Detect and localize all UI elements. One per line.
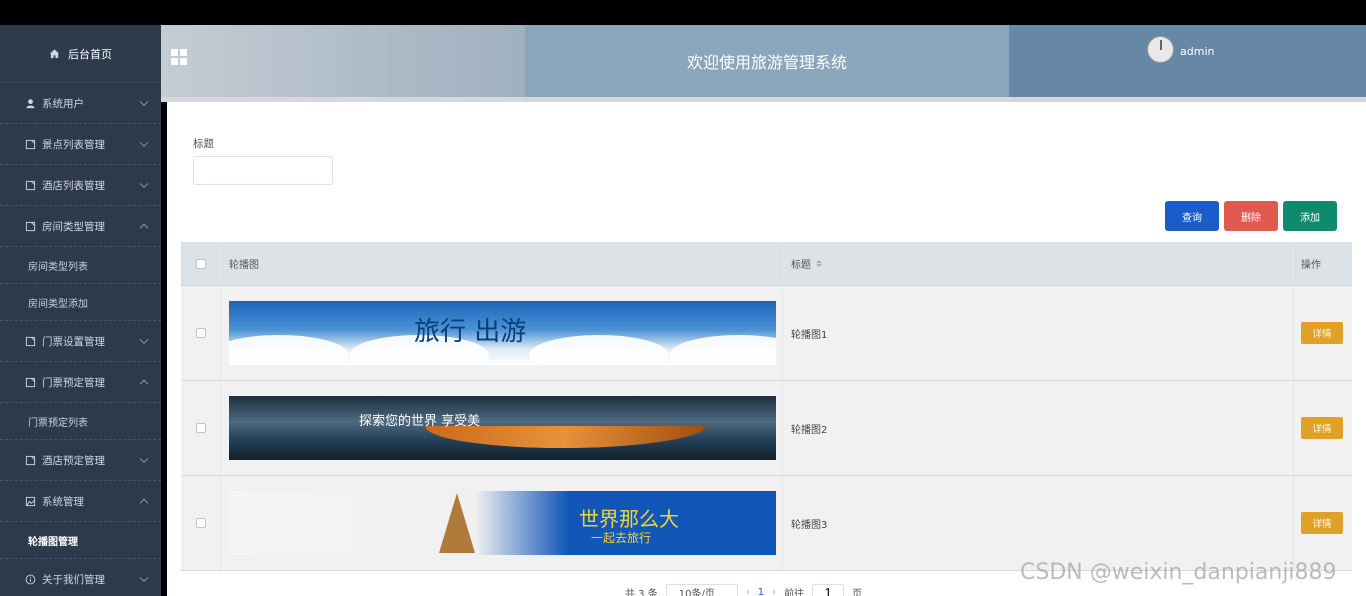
sidebar-item-label: 系统用户 (42, 97, 84, 110)
delete-button[interactable]: 删除 (1224, 201, 1278, 231)
sidebar-item-label: 酒店预定管理 (42, 454, 105, 467)
chevron-up-icon (139, 223, 149, 233)
doc-icon (25, 180, 36, 191)
search-title-input[interactable] (193, 156, 333, 185)
main-content: 标题 查询 删除 添加 轮播图 标题 操作 旅行 出游 轮播图1 详情 探索您的… (167, 102, 1366, 596)
chevron-down-icon (139, 454, 149, 464)
prev-page-icon[interactable]: ‹ (746, 587, 750, 596)
row-checkbox[interactable] (195, 423, 206, 433)
sidebar-item-system-manage[interactable]: 系统管理 (0, 481, 161, 522)
banner-text: 世界那么大 (579, 507, 679, 531)
row-checkbox[interactable] (195, 328, 206, 338)
query-button[interactable]: 查询 (1165, 201, 1219, 231)
doc-icon (25, 221, 36, 232)
header-right: admin (1009, 25, 1366, 97)
chevron-up-icon (139, 498, 149, 508)
sidebar-item-label: 门票设置管理 (42, 335, 105, 348)
info-icon (25, 574, 36, 585)
user-icon (25, 98, 36, 109)
sidebar-sub-room-type-add[interactable]: 房间类型添加 (0, 284, 161, 321)
chevron-down-icon (139, 138, 149, 148)
table-row: 世界那么大 一起去旅行 轮播图3 详情 (181, 476, 1352, 571)
goto-page-input[interactable] (812, 584, 845, 596)
detail-button[interactable]: 详情 (1301, 417, 1343, 439)
watermark: CSDN @weixin_danpianji889 (1020, 560, 1337, 585)
menu-grid-icon[interactable] (171, 49, 187, 65)
chevron-down-icon (139, 573, 149, 583)
sidebar-item-label: 房间类型管理 (42, 220, 105, 233)
sidebar-home[interactable]: 后台首页 (0, 25, 161, 83)
sidebar-item-ticket-booking[interactable]: 门票预定管理 (0, 362, 161, 403)
sidebar-item-scenic-list[interactable]: 景点列表管理 (0, 124, 161, 165)
chevron-down-icon (139, 97, 149, 107)
avatar[interactable] (1147, 36, 1174, 63)
row-checkbox[interactable] (195, 518, 206, 528)
pagination-total: 共 3 条 (625, 588, 658, 596)
detail-button[interactable]: 详情 (1301, 512, 1343, 534)
page-size-select[interactable]: 10条/页 (665, 584, 738, 596)
next-page-icon[interactable]: › (772, 587, 776, 596)
carousel-table: 轮播图 标题 操作 旅行 出游 轮播图1 详情 探索您的世界 享受美 轮播图2 … (181, 242, 1352, 571)
banner-text: 旅行 出游 (414, 317, 527, 347)
sidebar-item-hotel-list[interactable]: 酒店列表管理 (0, 165, 161, 206)
carousel-image: 世界那么大 一起去旅行 (229, 491, 776, 555)
sidebar-sub-room-type-list[interactable]: 房间类型列表 (0, 247, 161, 284)
select-all-checkbox[interactable] (195, 258, 206, 269)
header: 欢迎使用旅游管理系统 admin (161, 25, 1366, 97)
header-left (161, 25, 525, 97)
page-number[interactable]: 1 (758, 587, 764, 596)
sidebar-item-label: 系统管理 (42, 495, 84, 508)
chevron-up-icon (139, 379, 149, 389)
table-header: 轮播图 标题 操作 (181, 242, 1352, 286)
row-title: 轮播图1 (783, 286, 1294, 380)
sort-icon[interactable] (816, 260, 822, 267)
banner-text: 探索您的世界 享受美 (359, 414, 481, 429)
chevron-down-icon (139, 179, 149, 189)
chevron-down-icon (139, 335, 149, 345)
column-header-title-label: 标题 (791, 260, 811, 271)
pagination: 共 3 条 10条/页 ‹ 1 › 前往 页 (625, 584, 862, 596)
top-black-bar (0, 0, 1366, 25)
image-icon (25, 496, 36, 507)
sidebar-item-label: 景点列表管理 (42, 138, 105, 151)
page-unit-label: 页 (852, 588, 863, 596)
sidebar: 后台首页 系统用户 景点列表管理 酒店列表管理 房间类型管理 房间类型列表 房间… (0, 25, 161, 596)
banner-subtext: 一起去旅行 (591, 531, 652, 545)
sidebar-sub-carousel-manage[interactable]: 轮播图管理 (0, 522, 161, 559)
column-header-carousel: 轮播图 (221, 242, 783, 285)
doc-icon (25, 139, 36, 150)
row-title: 轮播图2 (783, 381, 1294, 475)
detail-button[interactable]: 详情 (1301, 322, 1343, 344)
add-button[interactable]: 添加 (1283, 201, 1337, 231)
sidebar-item-hotel-booking[interactable]: 酒店预定管理 (0, 440, 161, 481)
row-title: 轮播图3 (783, 476, 1294, 570)
sidebar-item-label: 关于我们管理 (42, 573, 105, 586)
username[interactable]: admin (1180, 45, 1214, 58)
home-icon (49, 49, 60, 59)
sidebar-item-label: 酒店列表管理 (42, 179, 105, 192)
table-row: 探索您的世界 享受美 轮播图2 详情 (181, 381, 1352, 476)
doc-icon (25, 455, 36, 466)
goto-label: 前往 (784, 588, 805, 596)
sidebar-item-label: 门票预定管理 (42, 376, 105, 389)
sidebar-item-system-users[interactable]: 系统用户 (0, 83, 161, 124)
carousel-image: 旅行 出游 (229, 301, 776, 365)
sidebar-sub-ticket-booking-list[interactable]: 门票预定列表 (0, 403, 161, 440)
sidebar-item-room-type[interactable]: 房间类型管理 (0, 206, 161, 247)
page-title: 欢迎使用旅游管理系统 (525, 25, 1009, 97)
doc-icon (25, 377, 36, 388)
sidebar-item-ticket-settings[interactable]: 门票设置管理 (0, 321, 161, 362)
column-header-title[interactable]: 标题 (783, 242, 1294, 285)
carousel-image: 探索您的世界 享受美 (229, 396, 776, 460)
column-header-action: 操作 (1301, 260, 1321, 271)
sidebar-item-about-us[interactable]: 关于我们管理 (0, 559, 161, 596)
search-title-label: 标题 (193, 138, 214, 150)
doc-icon (25, 336, 36, 347)
sidebar-home-label: 后台首页 (68, 47, 112, 61)
table-row: 旅行 出游 轮播图1 详情 (181, 286, 1352, 381)
